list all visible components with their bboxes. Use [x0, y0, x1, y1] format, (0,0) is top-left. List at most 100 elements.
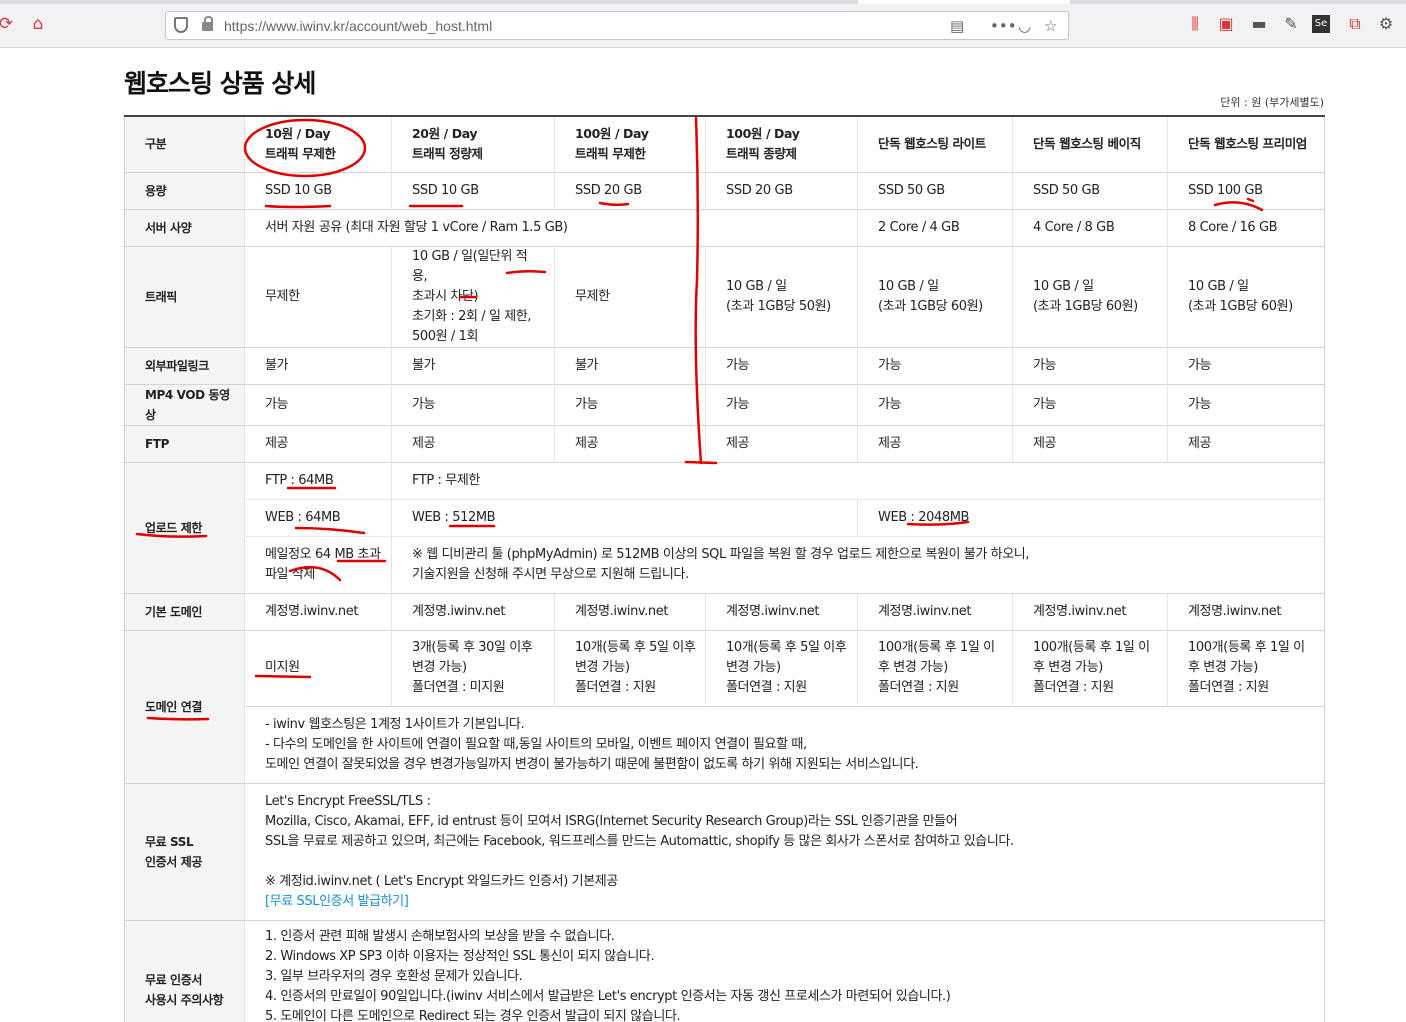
table-cell: WEB : 512MB	[391, 498, 858, 536]
active-tab[interactable]	[858, 0, 1070, 4]
cell-line: 5. 도메인이 다른 도메인으로 Redirect 되는 경우 인증서 발급이 …	[265, 1008, 681, 1022]
table-cell: 4 Core / 8 GB	[1012, 208, 1168, 246]
cell-line: (초과 1GB당 60원)	[1188, 298, 1293, 314]
label-line: 인증서 제공	[145, 854, 202, 869]
cell-line: 변경 가능)	[412, 660, 467, 675]
more-icon[interactable]: •••	[990, 17, 1017, 35]
cell-line: 초기화 : 2회 / 일 제한,	[412, 308, 532, 324]
cell-line: 초과시 차단)	[412, 288, 479, 304]
table-row: FTP 제공 제공 제공 제공 제공 제공 제공	[124, 424, 1325, 462]
table-cell: 불가	[391, 346, 555, 384]
table-cell: 가능	[857, 383, 1013, 425]
table-cell: 계정명.iwinv.net	[1012, 592, 1168, 630]
screenshot-icon[interactable]: ⧉	[1344, 13, 1366, 35]
table-cell: WEB : 2048MB	[857, 498, 1325, 536]
row-label: 도메인 연결	[124, 629, 245, 783]
table-cell: 무제한	[554, 245, 706, 347]
table-cell: 가능	[705, 346, 858, 384]
table-cell: 10 GB / 일 (초과 1GB당 60원)	[1012, 245, 1168, 347]
cell-line: 후 변경 가능)	[1188, 660, 1258, 675]
row-label: 외부파일링크	[124, 346, 245, 384]
table-cell: 1. 인증서 관련 피해 발생시 손해보험사의 보상을 받을 수 없습니다. 2…	[244, 919, 1325, 1022]
url-text[interactable]: https://www.iwinv.kr/account/web_host.ht…	[224, 18, 492, 34]
cell-line: 후 변경 가능)	[878, 660, 948, 675]
table-cell: 제공	[1167, 424, 1325, 462]
table-cell: 계정명.iwinv.net	[244, 592, 392, 630]
table-cell: 10 GB / 일 (초과 1GB당 60원)	[1167, 245, 1325, 347]
cell-line: Let's Encrypt FreeSSL/TLS :	[265, 793, 431, 809]
cell-line: 폴더연결 : 미지원	[412, 680, 505, 695]
table-header-row: 구분 10원 / Day 트래픽 무제한 20원 / Day 트래픽 정량제 100…	[124, 115, 1325, 172]
table-cell: 미지원	[244, 629, 392, 706]
table-cell: 제공	[244, 424, 392, 462]
table-cell: 가능	[391, 383, 555, 425]
cell-line: 변경 가능)	[575, 660, 630, 675]
table-cell: 10개(등록 후 5일 이후 변경 가능) 폴더연결 : 지원	[705, 629, 858, 706]
table-row: 업로드 제한 FTP : 64MB FTP : 무제한	[124, 461, 1325, 593]
sidebar-icon[interactable]: ▣	[1215, 13, 1237, 35]
table-cell: 제공	[857, 424, 1013, 462]
home-icon[interactable]: ⌂	[28, 14, 48, 34]
table-row: 서버 사양 서버 자원 공유 (최대 자원 할당 1 vCore / Ram 1…	[124, 208, 1325, 246]
table-cell: 100개(등록 후 1일 이후 변경 가능) 폴더연결 : 지원	[1167, 629, 1325, 706]
table-cell: SSD 20 GB	[554, 171, 706, 209]
plan-price: 10원 / Day	[265, 126, 331, 142]
library-icon[interactable]: ⫼	[1184, 13, 1206, 35]
cell-line: (초과 1GB당 60원)	[1033, 298, 1138, 314]
table-cell: 10 GB / 일 (초과 1GB당 50원)	[705, 245, 858, 347]
cell-line: 10 GB / 일	[1033, 278, 1094, 294]
plan-price: 100원 / Day	[575, 126, 649, 142]
cell-line: 폴더연결 : 지원	[575, 680, 656, 695]
table-cell: SSD 10 GB	[244, 171, 392, 209]
table-cell: 100개(등록 후 1일 이후 변경 가능) 폴더연결 : 지원	[1012, 629, 1168, 706]
cell-line: - 다수의 도메인을 한 사이트에 연결이 필요할 때,동일 사이트의 모바일,…	[265, 736, 807, 752]
table-cell: 가능	[244, 383, 392, 425]
row-label: 무료 인증서사용시 주의사항	[124, 919, 245, 1022]
pocket-icon[interactable]: ◡	[1018, 17, 1031, 35]
reader-view-icon[interactable]: ▤	[950, 17, 964, 35]
table-cell: 무제한	[244, 245, 392, 347]
cell-line: 100개(등록 후 1일 이	[878, 640, 995, 655]
page-title: 웹호스팅 상품 상세	[124, 69, 316, 98]
cell-line: 2. Windows XP SP3 이하 이용자는 정상적인 SSL 통신이 되…	[265, 948, 655, 964]
cell-line: ※ 웹 디비관리 툴 (phpMyAdmin) 로 512MB 이상의 SQL …	[412, 546, 1030, 562]
toolbar-extension-icon[interactable]: ▬	[1248, 13, 1270, 35]
table-cell: 서버 자원 공유 (최대 자원 할당 1 vCore / Ram 1.5 GB)	[244, 208, 858, 246]
table-cell: SSD 20 GB	[705, 171, 858, 209]
reload-icon[interactable]: ⟳	[0, 14, 16, 34]
bookmark-star-icon[interactable]: ☆	[1044, 17, 1057, 35]
table-cell: 10개(등록 후 5일 이후 변경 가능) 폴더연결 : 지원	[554, 629, 706, 706]
cell-line: (초과 1GB당 50원)	[726, 298, 831, 314]
label-line: 무료 인증서	[145, 973, 202, 988]
cell-line: ※ 계정id.iwinv.net ( Let's Encrypt 와일드카드 인…	[265, 873, 618, 889]
label-line: 사용시 주의사항	[145, 993, 224, 1008]
plan-header-6: 단독 웹호스팅 베이직	[1012, 115, 1168, 172]
cell-line: 4. 인증서의 만료일이 90일입니다.(iwinv 서비스에서 발급받은 Le…	[265, 988, 951, 1004]
row-label: 업로드 제한	[124, 461, 245, 593]
table-row: 용량 SSD 10 GB SSD 10 GB SSD 20 GB SSD 20 …	[124, 171, 1325, 209]
address-bar[interactable]: https://www.iwinv.kr/account/web_host.ht…	[165, 11, 1069, 40]
table-cell: 제공	[1012, 424, 1168, 462]
selenium-icon[interactable]: Se	[1312, 15, 1330, 33]
lock-icon[interactable]	[202, 16, 213, 31]
eyedropper-icon[interactable]: ✎	[1280, 13, 1302, 35]
shield-icon[interactable]	[174, 17, 188, 33]
unit-note: 단위 : 원 (부가세별도)	[1220, 96, 1324, 109]
table-cell: 8 Core / 16 GB	[1167, 208, 1325, 246]
table-cell: Let's Encrypt FreeSSL/TLS : Mozilla, Cis…	[244, 782, 1325, 920]
table-cell: 불가	[554, 346, 706, 384]
table-cell: ※ 웹 디비관리 툴 (phpMyAdmin) 로 512MB 이상의 SQL …	[391, 535, 1325, 593]
row-label: 트래픽	[124, 245, 245, 347]
ssl-issue-link[interactable]: [무료 SSL인증서 발급하기]	[265, 892, 1312, 912]
plan-header-4: 100원 / Day 트래픽 종량제	[705, 115, 858, 172]
table-cell: - iwinv 웹호스팅은 1계정 1사이트가 기본입니다. - 다수의 도메인…	[244, 705, 1325, 783]
cell-line: 폴더연결 : 지원	[1188, 680, 1269, 695]
cell-line: 10 GB / 일	[1188, 278, 1249, 294]
plan-type: 트래픽 정량제	[412, 146, 483, 162]
cell-line: 100개(등록 후 1일 이	[1033, 640, 1150, 655]
tab-strip	[0, 0, 1406, 4]
cell-line: - iwinv 웹호스팅은 1계정 1사이트가 기본입니다.	[265, 716, 525, 732]
settings-icon[interactable]: ⚙	[1375, 13, 1397, 35]
plan-header-2: 20원 / Day 트래픽 정량제	[391, 115, 555, 172]
cell-line: 10 GB / 일	[726, 278, 787, 294]
